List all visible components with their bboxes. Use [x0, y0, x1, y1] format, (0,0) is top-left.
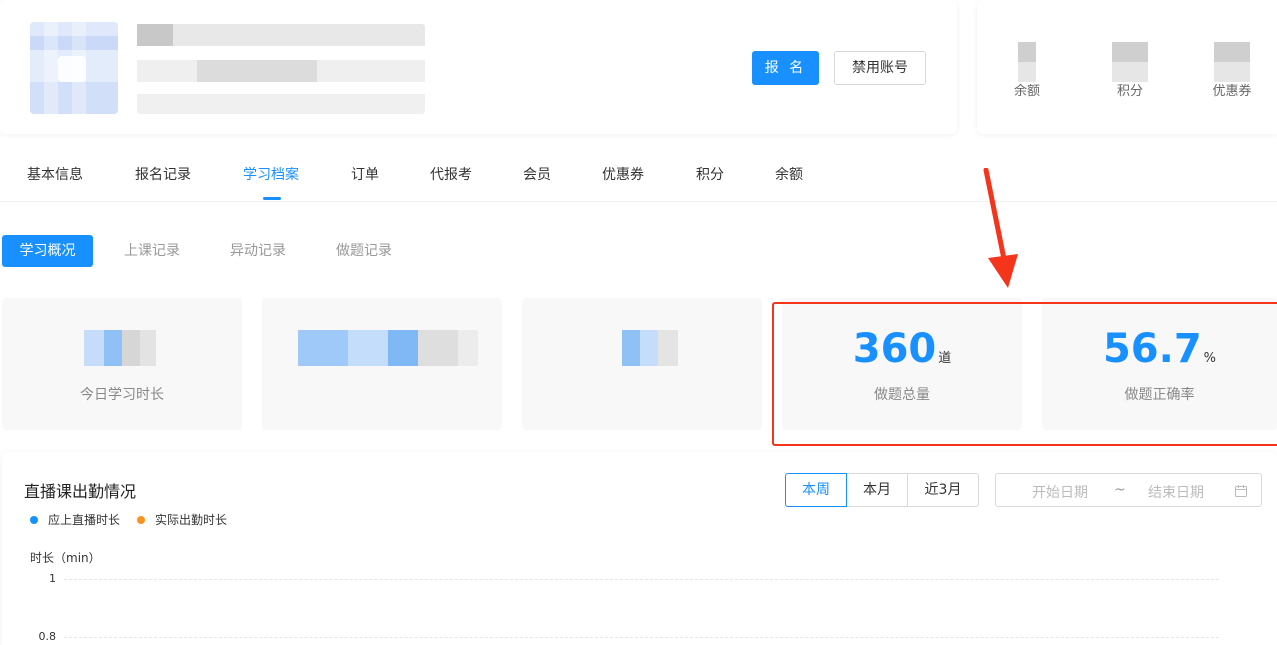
y-tick-label: 0.8	[38, 630, 57, 643]
asset-value-blurred	[1112, 42, 1148, 82]
disable-account-button[interactable]: 禁用账号	[834, 51, 926, 85]
end-date-input[interactable]: 结束日期	[1148, 482, 1204, 502]
highlight-annotation-box	[772, 302, 1277, 446]
tab-coupons[interactable]: 优惠券	[602, 164, 644, 184]
chart-title: 直播课出勤情况	[24, 482, 137, 501]
range-this-month[interactable]: 本月	[846, 473, 908, 507]
y-axis-title: 时长（min）	[30, 551, 101, 565]
asset-points[interactable]: 积分	[1100, 42, 1160, 99]
asset-label: 优惠券	[1212, 84, 1252, 99]
date-separator: ~	[1114, 482, 1126, 498]
tab-proxy-exam[interactable]: 代报考	[430, 164, 472, 184]
legend-planned[interactable]: 应上直播时长	[30, 511, 120, 528]
start-date-input[interactable]: 开始日期	[1032, 482, 1088, 502]
signup-button[interactable]: 报 名	[752, 51, 819, 85]
main-tabs: 基本信息 报名记录 学习档案 订单 代报考 会员 优惠券 积分 余额	[0, 150, 1277, 202]
tab-membership[interactable]: 会员	[523, 164, 551, 184]
date-range-picker[interactable]: 开始日期 ~ 结束日期	[995, 473, 1262, 507]
subtab-class-records[interactable]: 上课记录	[124, 235, 180, 267]
stat-card-today-study: 今日学习时长	[2, 298, 242, 430]
grid-line	[64, 637, 1219, 638]
time-range-selector: 本周 本月 近3月	[785, 473, 979, 507]
y-tick-label: 1	[49, 572, 56, 585]
tab-points[interactable]: 积分	[696, 164, 724, 184]
stat-card-blurred-2	[262, 298, 502, 430]
avatar	[30, 22, 118, 114]
asset-coupons[interactable]: 优惠券	[1202, 42, 1262, 99]
subtab-change-records[interactable]: 异动记录	[230, 235, 286, 267]
asset-label: 积分	[1116, 84, 1143, 99]
legend-label: 实际出勤时长	[155, 513, 228, 527]
profile-card: 报 名 禁用账号	[0, 0, 957, 134]
attendance-chart-panel: 直播课出勤情况 应上直播时长 实际出勤时长 本周 本月 近3月 开始日期 ~ 结…	[2, 452, 1277, 645]
asset-value-blurred	[1214, 42, 1250, 82]
tab-signup-records[interactable]: 报名记录	[135, 164, 191, 184]
grid-line	[64, 579, 1219, 580]
asset-value-blurred	[1018, 42, 1036, 82]
stat-label: 今日学习时长	[80, 387, 164, 403]
tab-study-profile[interactable]: 学习档案	[243, 164, 299, 184]
stat-value-blurred	[298, 330, 478, 366]
legend-actual[interactable]: 实际出勤时长	[137, 511, 227, 528]
range-last-3-months[interactable]: 近3月	[907, 473, 979, 507]
stat-value-blurred	[84, 330, 156, 366]
stat-value-blurred	[622, 330, 678, 366]
asset-label: 余额	[1013, 84, 1040, 99]
legend-dot-icon	[30, 516, 38, 524]
subtab-study-overview[interactable]: 学习概况	[2, 235, 93, 267]
tab-basic-info[interactable]: 基本信息	[27, 164, 83, 184]
asset-balance[interactable]: 余额	[997, 42, 1057, 99]
stat-card-blurred-3	[522, 298, 762, 430]
tab-balance[interactable]: 余额	[775, 164, 803, 184]
active-tab-indicator	[263, 197, 281, 200]
tab-orders[interactable]: 订单	[351, 164, 379, 184]
calendar-icon[interactable]	[1234, 484, 1248, 498]
annotation-arrow-icon	[983, 168, 1018, 288]
legend-dot-icon	[137, 516, 145, 524]
subtab-exercise-records[interactable]: 做题记录	[336, 235, 392, 267]
asset-summary-card: 余额 积分 优惠券	[977, 0, 1277, 134]
legend-label: 应上直播时长	[48, 513, 121, 527]
range-this-week[interactable]: 本周	[785, 473, 847, 507]
profile-info-blurred	[137, 24, 425, 114]
